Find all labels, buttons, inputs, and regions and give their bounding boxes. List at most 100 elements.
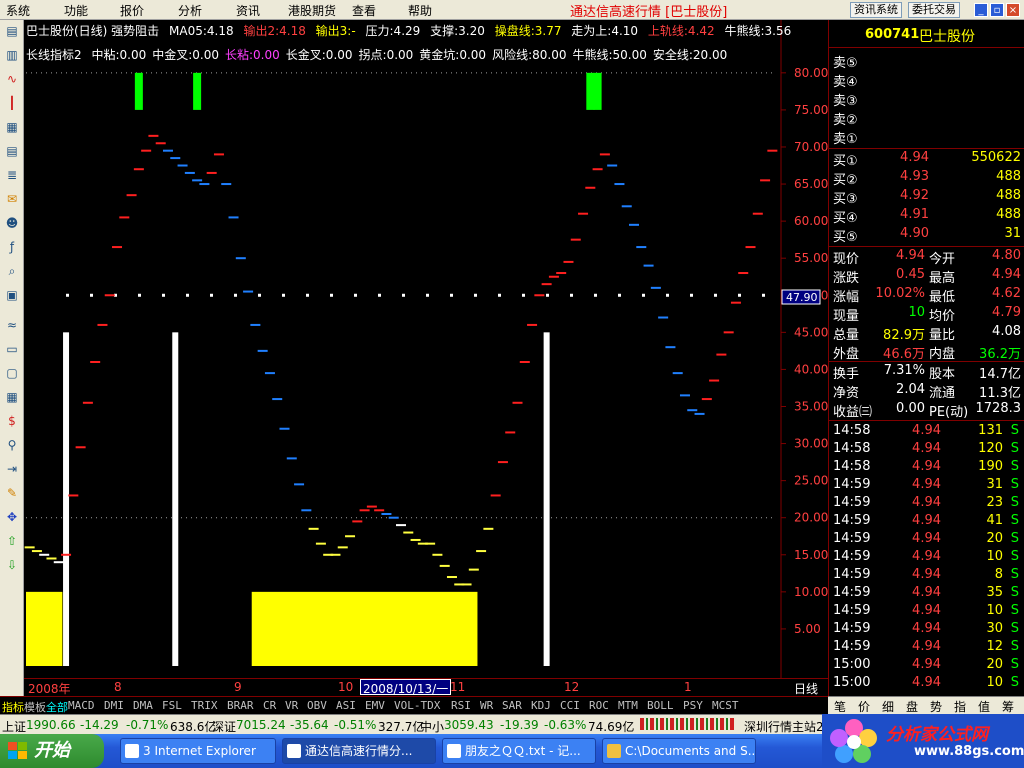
indicator-tab-dmi[interactable]: DMI (104, 699, 124, 712)
line-chart-icon[interactable]: ∿ (3, 70, 21, 88)
quote-value: 4.94 (896, 248, 925, 263)
indicator-tab-brar[interactable]: BRAR (227, 699, 254, 712)
move-icon[interactable]: ✥ (3, 508, 21, 526)
indicator-tab-dma[interactable]: DMA (133, 699, 153, 712)
tab-7[interactable]: 筹 (1002, 698, 1014, 715)
task-ie[interactable]: 3 Internet Explorer (120, 738, 276, 764)
list-icon[interactable]: ≣ (3, 166, 21, 184)
trade-button[interactable]: 委托交易 (908, 2, 960, 18)
tick-side: S (1010, 513, 1019, 528)
tab-2[interactable]: 细 (882, 698, 894, 715)
tick-time: 14:59 (833, 603, 871, 618)
start-button[interactable]: 开始 (0, 734, 104, 768)
tab-3[interactable]: 盘 (906, 698, 918, 715)
period-label[interactable]: 日线 (794, 680, 818, 697)
indicator-tab-cr[interactable]: CR (263, 699, 276, 712)
menu-info[interactable]: 资讯 (236, 2, 260, 19)
export-icon[interactable]: ⇥ (3, 460, 21, 478)
search-icon[interactable]: ⌕ (3, 262, 21, 280)
tab-6[interactable]: 值 (978, 698, 990, 715)
indicator-tab-模板[interactable]: 模板 (24, 699, 46, 715)
money-icon[interactable]: $ (3, 412, 21, 430)
formula-icon[interactable]: ƒ (3, 238, 21, 256)
info-system-button[interactable]: 资讯系统 (850, 2, 902, 18)
indicator-tab-psy[interactable]: PSY (683, 699, 703, 712)
tab-1[interactable]: 价 (858, 698, 870, 715)
indicator-point (366, 505, 377, 508)
task-explorer[interactable]: C:\Documents and S... (602, 738, 756, 764)
indicator-tab-指标[interactable]: 指标 (2, 699, 24, 715)
indicator-tab-fsl[interactable]: FSL (162, 699, 182, 712)
date-label: 10 (338, 680, 354, 694)
quote-value: 36.2万 (979, 347, 1021, 362)
menu-help[interactable]: 帮助 (408, 2, 432, 19)
indicator-tab-mtm[interactable]: MTM (618, 699, 638, 712)
restore-icon[interactable]: ▫ (990, 3, 1004, 17)
ask-level: 卖① (829, 128, 1024, 147)
users-icon[interactable]: ☻ (3, 214, 21, 232)
quote-list-icon[interactable]: ▤ (3, 22, 21, 40)
midline-dot (714, 293, 717, 297)
wave-icon[interactable]: ≈ (3, 316, 21, 334)
indicator-tab-obv[interactable]: OBV (307, 699, 327, 712)
menu-system[interactable]: 系统 (6, 2, 30, 19)
indicator-point (250, 323, 261, 326)
indicator-tab-macd[interactable]: MACD (68, 699, 95, 712)
close-icon[interactable]: × (1006, 3, 1020, 17)
report-icon[interactable]: ▦ (3, 118, 21, 136)
menu-view[interactable]: 查看 (352, 2, 376, 19)
stock-code: 600741 (865, 27, 920, 42)
task-tdx[interactable]: 通达信高速行情分... (282, 738, 436, 764)
indicator-tab-vol-tdx[interactable]: VOL-TDX (394, 699, 440, 712)
tab-0[interactable]: 笔 (834, 698, 846, 715)
indicator-tab-boll[interactable]: BOLL (647, 699, 674, 712)
tab-5[interactable]: 指 (954, 698, 966, 715)
y-tick-label: 75.00 (794, 103, 828, 117)
window-icon[interactable]: ▢ (3, 364, 21, 382)
y-tick-label: 5.00 (794, 622, 821, 636)
indicator-tab-mcst[interactable]: MCST (712, 699, 739, 712)
table-icon[interactable]: ▤ (3, 142, 21, 160)
task-notepad[interactable]: 朋友之ＱＱ.txt - 记... (442, 738, 596, 764)
app-title: 通达信高速行情 [巴士股份] (570, 5, 728, 20)
tick-row: 14:59 4.94 10 S (829, 549, 1024, 567)
indicator-tab-trix[interactable]: TRIX (191, 699, 218, 712)
indicator-tab-wr[interactable]: WR (480, 699, 493, 712)
menu-function[interactable]: 功能 (64, 2, 88, 19)
indicator-tab-sar[interactable]: SAR (502, 699, 522, 712)
y-tick-label: 15.00 (794, 548, 828, 562)
tab-4[interactable]: 势 (930, 698, 942, 715)
indicator-tab-rsi[interactable]: RSI (451, 699, 471, 712)
mail-icon[interactable]: ✉ (3, 190, 21, 208)
arrow-up-icon[interactable]: ⇧ (3, 532, 21, 550)
indicator-point (709, 379, 720, 382)
indicator-tab-asi[interactable]: ASI (336, 699, 356, 712)
rsi-icon[interactable]: ▭ (3, 340, 21, 358)
quote-value: 46.6万 (883, 347, 925, 362)
indicator-tab-emv[interactable]: EMV (365, 699, 385, 712)
indicator-point (345, 535, 356, 538)
indicator-tab-vr[interactable]: VR (285, 699, 298, 712)
quote-row: 涨幅 10.02% 最低 4.62 (829, 286, 1024, 305)
pencil-icon[interactable]: ✎ (3, 484, 21, 502)
chart-window-icon[interactable]: ▦ (3, 388, 21, 406)
indicator-tab-cci[interactable]: CCI (560, 699, 580, 712)
bull-value: 牛熊线:3.56 (724, 24, 792, 38)
watermark-url: www.88gs.com (914, 744, 1024, 759)
kline-icon[interactable]: ┃ (3, 94, 21, 112)
menu-hk-futures[interactable]: 港股期货 (288, 2, 336, 19)
etf-icon[interactable]: ▣ (3, 286, 21, 304)
midline-dot (618, 293, 621, 297)
tick-volume: 120 (978, 441, 1003, 456)
menu-analysis[interactable]: 分析 (178, 2, 202, 19)
indicator-tab-kdj[interactable]: KDJ (531, 699, 551, 712)
indicator-tab-全部[interactable]: 全部 (46, 699, 68, 715)
link-icon[interactable]: ⚲ (3, 436, 21, 454)
time-chart-icon[interactable]: ▥ (3, 46, 21, 64)
minimize-icon[interactable]: _ (974, 3, 988, 17)
indicator-point (468, 568, 479, 571)
indicator-tab-roc[interactable]: ROC (589, 699, 609, 712)
menu-quote[interactable]: 报价 (120, 2, 144, 19)
kline-chart[interactable]: 80.0075.0070.0065.0060.0055.0050.0045.00… (24, 20, 828, 696)
arrow-down-icon[interactable]: ⇩ (3, 556, 21, 574)
